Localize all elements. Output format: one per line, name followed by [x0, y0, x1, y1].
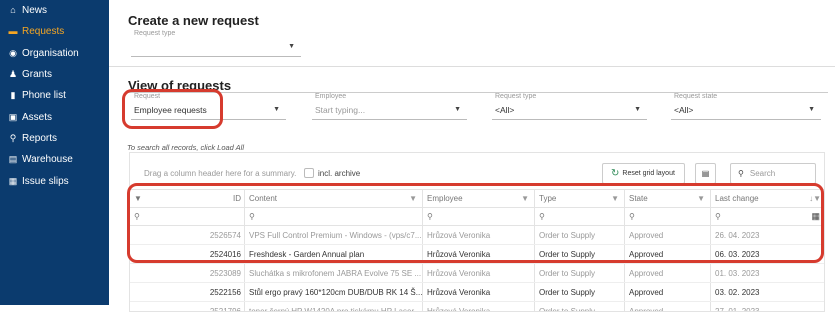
reset-icon: ↻ — [611, 168, 620, 179]
archive-label: incl. archive — [318, 169, 361, 178]
sidebar-item-label: Organisation — [22, 47, 79, 59]
excel-icon: ▤ — [701, 169, 710, 178]
sidebar-item-warehouse[interactable]: ▤ Warehouse — [0, 149, 109, 170]
table-row[interactable]: 2521796 toner černý HP W1420A pro tiskárn… — [130, 302, 824, 312]
sidebar-item-assets[interactable]: ▣ Assets — [0, 106, 109, 127]
sidebar-item-label: Reports — [22, 132, 58, 144]
sidebar-item-issue-slips[interactable]: ▦ Issue slips — [0, 170, 109, 191]
request-state-filter-select[interactable]: Request state <All> ▼ — [671, 93, 821, 120]
chevron-down-icon: ▼ — [273, 106, 280, 113]
warehouse-icon: ▤ — [8, 154, 18, 165]
cell-employee: Hrůzová Veronika — [422, 264, 534, 282]
cell-id: 2523089 — [209, 268, 241, 278]
chevron-down-icon: ▼ — [808, 106, 815, 113]
folder-icon: ▬ — [8, 26, 18, 37]
chevron-down-icon: ▼ — [634, 106, 641, 113]
cell-state: Approved — [624, 264, 710, 282]
search-icon: ⚲ — [738, 169, 744, 178]
create-request-title: Create a new request — [128, 13, 259, 28]
chevron-down-icon: ▼ — [454, 106, 461, 113]
sidebar-item-label: Warehouse — [22, 154, 73, 166]
grid-search-input[interactable]: ⚲ Search — [730, 163, 816, 184]
cell-employee: Hrůzová Veronika — [422, 283, 534, 301]
table-row[interactable]: 2523089 Sluchátka s mikrofonem JABRA Evol… — [130, 264, 824, 283]
reset-grid-layout-button[interactable]: ↻ Reset grid layout — [602, 163, 685, 184]
sidebar-item-organisation[interactable]: ◉ Organisation — [0, 43, 109, 64]
home-icon: ⌂ — [10, 5, 16, 16]
employee-label: Employee — [315, 93, 347, 100]
request-state-filter-label: Request state — [674, 93, 718, 100]
cell-content: Stůl ergo pravý 160*120cm DUB/DUB RK 14 … — [244, 283, 422, 301]
cell-type: Order to Supply — [534, 283, 624, 301]
cell-employee: Hrůzová Veronika — [422, 302, 534, 311]
sidebar: ⌂ News ▬ Requests ◉ Organisation ♟ Grants ▮ Phone… — [0, 0, 109, 305]
cell-content: Sluchátka s mikrofonem JABRA Evolve 75 S… — [244, 264, 422, 282]
sidebar-item-requests[interactable]: ▬ Requests — [0, 21, 109, 42]
cell-last-change: 27. 01. 2023 — [710, 302, 824, 311]
search-placeholder: Search — [749, 169, 776, 178]
issue-slip-icon: ▦ — [8, 175, 18, 186]
asset-icon: ▣ — [8, 111, 18, 122]
group-panel-hint: Drag a column header here for a summary. — [144, 169, 297, 178]
employee-placeholder: Start typing... — [315, 105, 366, 115]
cell-last-change: 01. 03. 2023 — [710, 264, 824, 282]
chevron-down-icon: ▼ — [288, 43, 295, 50]
request-state-filter-value: <All> — [674, 105, 694, 115]
sidebar-item-phone-list[interactable]: ▮ Phone list — [0, 85, 109, 106]
sidebar-item-label: Assets — [22, 111, 53, 123]
divider — [109, 66, 835, 67]
cell-state: Approved — [624, 283, 710, 301]
main-content: Create a new request Request type ▼ View… — [109, 0, 835, 312]
sidebar-item-reports[interactable]: ⚲ Reports — [0, 128, 109, 149]
sidebar-item-label: Issue slips — [22, 175, 69, 187]
search-icon: ⚲ — [9, 132, 17, 143]
sidebar-item-label: Requests — [22, 26, 65, 38]
request-type-filter-value: <All> — [495, 105, 515, 115]
table-row[interactable]: 2522156 Stůl ergo pravý 160*120cm DUB/DUB… — [130, 283, 824, 302]
employee-input[interactable]: Employee Start typing... ▼ — [312, 93, 467, 120]
sidebar-item-label: News — [22, 5, 48, 17]
request-type-filter-select[interactable]: Request type <All> ▼ — [492, 93, 647, 120]
sidebar-item-news[interactable]: ⌂ News — [0, 0, 109, 21]
export-excel-button[interactable]: ▤ — [695, 163, 716, 184]
globe-icon: ◉ — [9, 47, 17, 58]
cell-content: toner černý HP W1420A pro tiskárnu HP La… — [244, 302, 422, 311]
cell-id: 2521796 — [209, 306, 241, 312]
cell-type: Order to Supply — [534, 264, 624, 282]
reset-grid-label: Reset grid layout — [622, 170, 675, 177]
cell-last-change: 03. 02. 2023 — [710, 283, 824, 301]
request-type-filter-label: Request type — [495, 93, 537, 100]
archive-checkbox[interactable] — [304, 168, 314, 178]
highlight-request-filter — [122, 89, 223, 129]
request-type-label: Request type — [134, 30, 176, 37]
cell-type: Order to Supply — [534, 302, 624, 311]
sidebar-item-grants[interactable]: ♟ Grants — [0, 64, 109, 85]
users-icon: ♟ — [8, 69, 18, 80]
cell-id: 2522156 — [209, 287, 241, 297]
highlight-grid-header — [127, 183, 824, 263]
sidebar-item-label: Phone list — [22, 90, 66, 102]
phone-book-icon: ▮ — [10, 90, 16, 101]
sidebar-item-label: Grants — [22, 69, 53, 81]
cell-state: Approved — [624, 302, 710, 311]
request-type-select[interactable]: Request type ▼ — [131, 30, 301, 57]
load-all-hint: To search all records, click Load All — [127, 143, 244, 152]
